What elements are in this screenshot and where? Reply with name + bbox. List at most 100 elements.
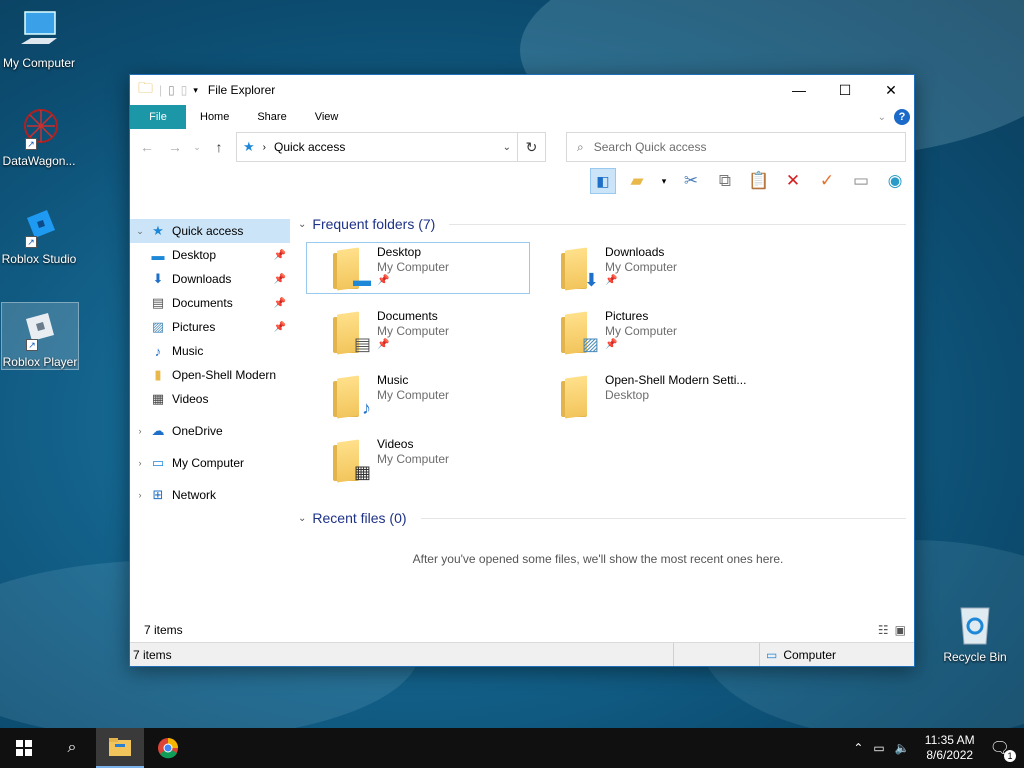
sidebar-item-videos[interactable]: ▦ Videos [130, 387, 290, 411]
recent-files-header[interactable]: ⌄ Recent files (0) [298, 506, 914, 530]
pin-icon: 📌 [273, 273, 286, 285]
divider: | [159, 83, 163, 97]
frequent-folders-header[interactable]: ⌄ Frequent folders (7) [298, 212, 914, 236]
navigation-pane-button[interactable]: ◧ [590, 168, 616, 194]
views-dropdown-button[interactable]: ▾ [658, 168, 670, 194]
clock-date: 8/6/2022 [926, 748, 974, 762]
sidebar-item-music[interactable]: ♪ Music [130, 339, 290, 363]
volume-icon[interactable]: 🔈 [895, 741, 910, 755]
up-button[interactable]: ↑ [208, 139, 230, 155]
folder-tile-desktop[interactable]: ▬ Desktop My Computer 📌 [306, 242, 530, 294]
search-button[interactable]: ⌕ [48, 728, 96, 768]
folder-tile-documents[interactable]: ▤ Documents My Computer 📌 [306, 306, 530, 358]
desktop-icon-my-computer[interactable]: My Computer [0, 8, 78, 70]
paste-button[interactable]: 📋 [746, 168, 772, 194]
cloud-icon: ☁ [151, 423, 165, 438]
start-button[interactable] [0, 728, 48, 768]
collapse-chevron-icon: ⌄ [298, 512, 307, 524]
folder-tile-downloads[interactable]: ⬇ Downloads My Computer 📌 [534, 242, 758, 294]
rename-button[interactable]: ▭ [848, 168, 874, 194]
sidebar-item-my-computer[interactable]: › ▭ My Computer [130, 451, 290, 475]
folder-name: Documents [377, 309, 438, 323]
help-icon[interactable]: ? [894, 109, 910, 125]
desktop-icon-roblox-player[interactable]: ↗ Roblox Player [1, 302, 79, 370]
address-dropdown-icon[interactable]: ⌄ [503, 142, 511, 153]
folder-name: Desktop [377, 245, 422, 259]
expand-ribbon-icon[interactable]: ⌄ [878, 112, 886, 123]
sidebar-item-label: Quick access [172, 224, 244, 238]
notifications-button[interactable]: 🗨 1 [990, 738, 1016, 762]
folder-tile-music[interactable]: ♪ Music My Computer [306, 370, 530, 422]
content-pane: ⌄ Frequent folders (7) ▬ Desktop My Compu… [290, 212, 914, 618]
refresh-button[interactable]: ↻ [518, 132, 546, 162]
network-icon[interactable]: ▭ [873, 741, 884, 755]
shortcut-arrow-icon: ↗ [25, 138, 37, 150]
maximize-button[interactable]: ☐ [822, 75, 868, 105]
desktop-icon-recycle-bin[interactable]: Recycle Bin [936, 602, 1014, 664]
rename-icon: ▭ [852, 171, 870, 190]
chevron-up-icon[interactable]: ⌃ [853, 741, 863, 755]
folder-location: Desktop [605, 388, 650, 402]
tab-view[interactable]: View [301, 105, 353, 129]
folder-app-icon: 🗀 [138, 79, 154, 97]
folder-location: My Computer [377, 324, 450, 338]
settings-button[interactable]: ◉ [882, 168, 908, 194]
sidebar-item-label: Desktop [172, 248, 217, 262]
taskbar-file-explorer[interactable] [96, 728, 144, 768]
new-folder-button[interactable]: ▰ [624, 168, 650, 194]
desktop-icon-label: DataWagon... [2, 154, 76, 168]
taskbar-chrome[interactable] [144, 728, 192, 768]
address-bar[interactable]: ★ › Quick access ⌄ [236, 132, 518, 162]
clock[interactable]: 11:35 AM 8/6/2022 [920, 733, 980, 763]
sidebar-item-onedrive[interactable]: › ☁ OneDrive [130, 419, 290, 443]
sidebar-item-quick-access[interactable]: ⌄ ★ Quick access [130, 219, 290, 243]
tab-home[interactable]: Home [186, 105, 243, 129]
folder-name: Music [377, 373, 409, 387]
properties-button[interactable]: ✓ [814, 168, 840, 194]
sidebar-item-label: Open-Shell Modern [172, 368, 276, 382]
customize-dropdown-icon[interactable]: ▾ [193, 85, 198, 96]
clock-time: 11:35 AM [924, 733, 975, 747]
expand-chevron-icon[interactable]: › [130, 458, 150, 468]
quick-access-star-icon: ★ [243, 139, 255, 154]
tab-share[interactable]: Share [243, 105, 300, 129]
scissors-icon: ✂ [683, 171, 699, 190]
expand-chevron-icon[interactable]: › [130, 426, 150, 436]
videos-folder-icon: ▦ [333, 439, 371, 483]
desktop-icon-roblox-studio[interactable]: ↗ Roblox Studio [0, 204, 78, 266]
recent-locations-icon[interactable]: ⌄ [192, 142, 202, 153]
back-button[interactable]: ← [136, 139, 158, 155]
large-icons-view-icon[interactable]: ▣ [895, 623, 906, 637]
folder-name: Open-Shell Modern Setti... [605, 373, 747, 387]
download-arrow-icon: ⬇ [152, 271, 164, 286]
sidebar-item-desktop[interactable]: ▬ Desktop 📌 [130, 243, 290, 267]
delete-button[interactable]: ✕ [780, 168, 806, 194]
tab-file[interactable]: File [130, 105, 186, 129]
sidebar-item-documents[interactable]: ▤ Documents 📌 [130, 291, 290, 315]
cut-button[interactable]: ✂ [678, 168, 704, 194]
expand-chevron-icon[interactable]: › [130, 490, 150, 500]
copy-button[interactable]: ⧉ [712, 168, 738, 194]
folder-tile-pictures[interactable]: ▨ Pictures My Computer 📌 [534, 306, 758, 358]
quick-access-toolbar: 🗀 | ▯ ▯ ▾ [138, 78, 198, 103]
folder-location: My Computer [377, 388, 450, 402]
details-view-icon[interactable]: ☷ [878, 623, 889, 637]
collapse-chevron-icon[interactable]: ⌄ [130, 226, 150, 237]
sidebar-item-pictures[interactable]: ▨ Pictures 📌 [130, 315, 290, 339]
folder-tile-open-shell[interactable]: Open-Shell Modern Setti... Desktop [534, 370, 758, 422]
desktop-icon-datawagon[interactable]: ↗ DataWagon... [0, 106, 78, 168]
pin-icon: 📌 [377, 339, 390, 350]
forward-button[interactable]: → [164, 139, 186, 155]
properties-icon[interactable]: ▯ [168, 83, 175, 97]
new-folder-icon[interactable]: ▯ [181, 83, 188, 97]
sidebar-item-downloads[interactable]: ⬇ Downloads 📌 [130, 267, 290, 291]
datawagon-icon: ↗ [17, 106, 61, 150]
delete-x-icon: ✕ [785, 171, 801, 190]
item-count-bar: 7 items ☷ ▣ [130, 618, 914, 642]
folder-tile-videos[interactable]: ▦ Videos My Computer [306, 434, 530, 486]
sidebar-item-open-shell[interactable]: ▮ Open-Shell Modern [130, 363, 290, 387]
minimize-button[interactable]: — [776, 75, 822, 105]
close-button[interactable]: ✕ [868, 75, 914, 105]
sidebar-item-network[interactable]: › ⊞ Network [130, 483, 290, 507]
search-input[interactable]: ⌕ Search Quick access [566, 132, 906, 162]
